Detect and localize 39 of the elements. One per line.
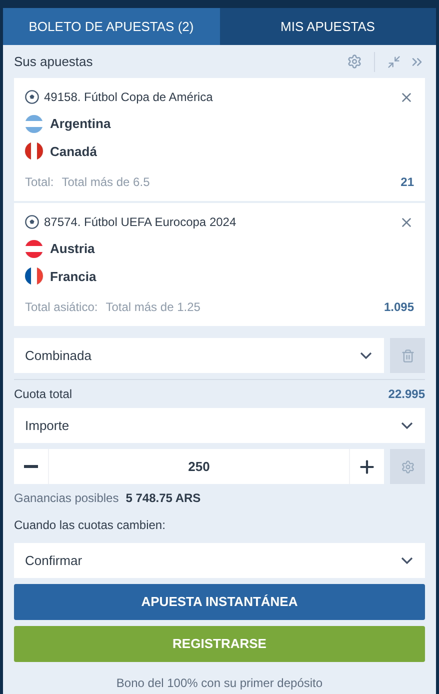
outcome-text: Total más de 1.25	[106, 299, 200, 316]
team-name: Austria	[50, 240, 95, 258]
tab[interactable]: MIS APUESTAS	[220, 8, 436, 45]
outcome-text: Total más de 6.5	[62, 174, 150, 191]
trash-icon	[400, 348, 414, 362]
odds-value: 1.095	[384, 299, 414, 316]
odds-value: 21	[400, 174, 414, 191]
total-odds-value: 22.995	[388, 386, 425, 403]
soccer-ball-icon	[25, 215, 39, 229]
settings-icon	[400, 460, 414, 474]
stake-settings-button[interactable]	[390, 449, 425, 484]
collapse-icon[interactable]	[387, 54, 401, 68]
bet-type-select[interactable]: Combinada	[14, 338, 384, 373]
team-name: Canadá	[50, 142, 97, 160]
chevron-down-icon	[360, 352, 372, 359]
section-title: Sus apuestas	[14, 52, 93, 71]
odds-change-label: Cuando las cuotas cambien:	[14, 517, 166, 534]
minus-icon	[24, 465, 38, 468]
promo-text: Bono del 100% con su primer depósito	[115, 675, 324, 692]
amount-mode-select[interactable]: Importe	[14, 408, 425, 443]
tab[interactable]: BOLETO DE APUESTAS (2)	[3, 8, 220, 45]
chevron-down-icon	[401, 557, 413, 564]
event-title: 87574. Fútbol UEFA Eurocopa 2024	[44, 214, 236, 231]
market-label: Total:	[25, 174, 54, 191]
settings-icon[interactable]	[347, 54, 362, 69]
soccer-ball-icon	[25, 90, 39, 104]
winnings-label: Ganancias posibles	[14, 490, 119, 507]
chevron-down-icon	[401, 422, 413, 429]
total-odds-label: Cuota total	[14, 386, 72, 403]
instant-bet-button[interactable]: APUESTA INSTANTÁNEA	[14, 584, 425, 620]
odds-change-select[interactable]: Confirmar	[14, 543, 425, 578]
team-name: Argentina	[50, 115, 111, 133]
stake-field[interactable]: 250	[14, 449, 384, 484]
delete-button[interactable]	[390, 338, 425, 373]
stake-value: 250	[188, 458, 210, 476]
event-title: 49158. Fútbol Copa de América	[44, 89, 213, 106]
market-label: Total asiático:	[25, 299, 98, 316]
winnings-value: 5 748.75 ARS	[126, 490, 201, 507]
team-name: Francia	[50, 268, 96, 286]
